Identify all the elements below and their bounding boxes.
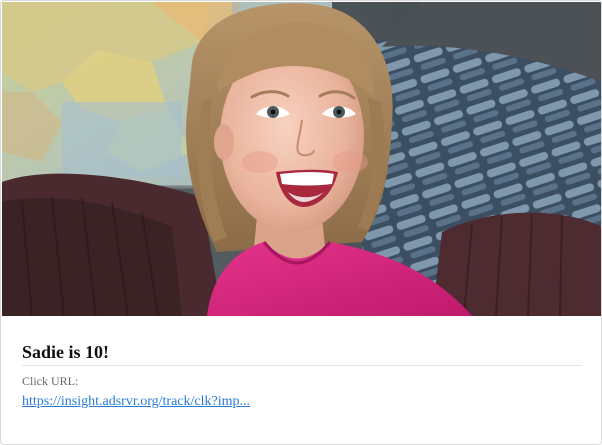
ad-photo[interactable] [2,2,601,316]
click-url-label: Click URL: [22,374,79,388]
ad-card: Sadie is 10! Click URL: https://insight.… [0,0,602,445]
click-url-link[interactable]: https://insight.adsrvr.org/track/clk?imp… [22,393,250,411]
photo-illustration [2,2,601,316]
ad-title: Sadie is 10! [22,341,582,366]
ad-caption: Sadie is 10! Click URL: https://insight.… [22,341,582,411]
